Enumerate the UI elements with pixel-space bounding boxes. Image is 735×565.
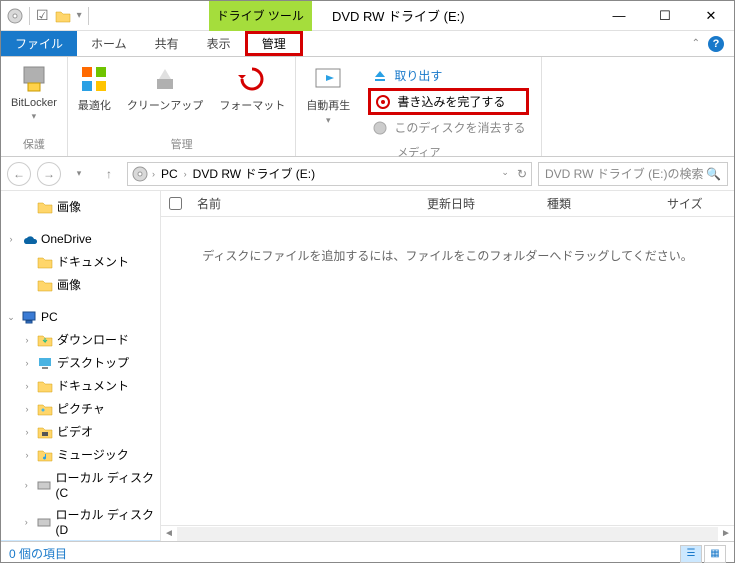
nav-back-button[interactable]: ← — [7, 162, 31, 186]
ribbon-tabs: ファイル ホーム 共有 表示 管理 ⌃ ? — [1, 31, 734, 57]
tree-documents2[interactable]: ›ドキュメント — [1, 374, 160, 397]
tree-desktop[interactable]: ›デスクトップ — [1, 351, 160, 374]
main-area: 画像 ›OneDrive ドキュメント 画像 ⌄PC ›ダウンロード ›デスクト… — [1, 191, 734, 541]
breadcrumb-drive[interactable]: DVD RW ドライブ (E:) — [191, 165, 317, 182]
tree-downloads[interactable]: ›ダウンロード — [1, 328, 160, 351]
collapse-ribbon-icon[interactable]: ⌃ — [692, 38, 700, 49]
maximize-button[interactable]: ☐ — [642, 1, 688, 31]
tree-localdisk-d[interactable]: ›ローカル ディスク (D — [1, 503, 160, 540]
ribbon: BitLocker ▾ 保護 最適化 クリーンアップ — [1, 57, 734, 157]
quickaccess-dropdown[interactable]: ▾ — [77, 10, 82, 21]
column-size[interactable]: サイズ — [659, 195, 734, 212]
address-bar: ← → ▾ ↑ › PC › DVD RW ドライブ (E:) ⌄ ↻ DVD … — [1, 157, 734, 191]
chevron-down-icon: ▾ — [32, 111, 37, 122]
tree-pictures[interactable]: 画像 — [1, 195, 160, 218]
item-count: 0 個の項目 — [9, 545, 67, 562]
address-box[interactable]: › PC › DVD RW ドライブ (E:) ⌄ ↻ — [127, 162, 532, 186]
tab-view[interactable]: 表示 — [193, 31, 245, 56]
chevron-right-icon[interactable]: › — [152, 169, 155, 179]
folder-icon[interactable] — [55, 8, 71, 24]
tab-file[interactable]: ファイル — [1, 31, 77, 56]
ribbon-group-manage: 管理 — [171, 134, 193, 152]
cleanup-button[interactable]: クリーンアップ — [123, 61, 207, 115]
tab-home[interactable]: ホーム — [77, 31, 141, 56]
nav-forward-button[interactable]: → — [37, 162, 61, 186]
refresh-icon[interactable]: ↻ — [517, 167, 527, 181]
drive-icon — [132, 166, 148, 182]
column-name[interactable]: 名前 — [189, 195, 419, 212]
separator — [88, 7, 89, 25]
empty-folder-message: ディスクにファイルを追加するには、ファイルをこのフォルダーへドラッグしてください… — [161, 217, 734, 525]
tree-pictures3[interactable]: ›ピクチャ — [1, 397, 160, 420]
horizontal-scrollbar[interactable]: ◄ ► — [161, 525, 734, 541]
navigation-tree[interactable]: 画像 ›OneDrive ドキュメント 画像 ⌄PC ›ダウンロード ›デスクト… — [1, 191, 161, 541]
ribbon-group-media: メディア — [397, 142, 440, 160]
close-button[interactable]: ✕ — [688, 1, 734, 31]
autoplay-button[interactable]: 自動再生 ▾ — [302, 61, 354, 128]
chevron-right-icon[interactable]: › — [184, 169, 187, 179]
contextual-tab-label: ドライブ ツール — [209, 1, 312, 31]
bitlocker-icon — [18, 63, 50, 95]
tree-onedrive[interactable]: ›OneDrive — [1, 228, 160, 250]
scroll-left-icon[interactable]: ◄ — [161, 528, 177, 539]
view-details-button[interactable]: ☰ — [680, 545, 702, 563]
optimize-button[interactable]: 最適化 — [74, 61, 115, 115]
status-bar: 0 個の項目 ☰ ▦ — [1, 541, 734, 565]
eject-button[interactable]: 取り出す — [368, 65, 529, 86]
dropdown-icon[interactable]: ⌄ — [501, 167, 509, 181]
optimize-icon — [78, 63, 110, 95]
bitlocker-button[interactable]: BitLocker ▾ — [7, 61, 61, 124]
search-icon[interactable]: 🔍 — [706, 167, 721, 181]
tree-localdisk-c[interactable]: ›ローカル ディスク (C — [1, 466, 160, 503]
eject-icon — [372, 68, 388, 84]
tree-pictures2[interactable]: 画像 — [1, 273, 160, 296]
scroll-right-icon[interactable]: ► — [718, 528, 734, 539]
help-icon[interactable]: ? — [708, 36, 724, 52]
separator — [29, 7, 30, 25]
finish-burn-button[interactable]: 書き込みを完了する — [368, 88, 529, 115]
titlebar: ☑ ▾ ドライブ ツール DVD RW ドライブ (E:) — ☐ ✕ — [1, 1, 734, 31]
tab-manage[interactable]: 管理 — [245, 31, 303, 56]
bitlocker-label: BitLocker — [11, 97, 57, 109]
format-button[interactable]: フォーマット — [215, 61, 289, 115]
view-icons-button[interactable]: ▦ — [704, 545, 726, 563]
erase-icon — [372, 120, 388, 136]
search-input[interactable]: DVD RW ドライブ (E:)の検索 🔍 — [538, 162, 728, 186]
column-date[interactable]: 更新日時 — [419, 195, 539, 212]
cleanup-icon — [149, 63, 181, 95]
column-headers: 名前 更新日時 種類 サイズ — [161, 191, 734, 217]
autoplay-icon — [312, 63, 344, 95]
tree-pc[interactable]: ⌄PC — [1, 306, 160, 328]
select-all-checkbox[interactable] — [169, 197, 182, 210]
checkmark-icon[interactable]: ☑ — [36, 7, 49, 24]
minimize-button[interactable]: — — [596, 1, 642, 31]
burn-icon — [375, 94, 391, 110]
tree-videos[interactable]: ›ビデオ — [1, 420, 160, 443]
format-icon — [236, 63, 268, 95]
window-title: DVD RW ドライブ (E:) — [332, 6, 465, 25]
chevron-down-icon: ▾ — [326, 115, 331, 126]
tab-share[interactable]: 共有 — [141, 31, 193, 56]
drive-icon — [7, 8, 23, 24]
nav-history-dropdown[interactable]: ▾ — [67, 162, 91, 186]
tree-documents[interactable]: ドキュメント — [1, 250, 160, 273]
tree-dvd[interactable]: DVD RW ドライブ (⌄ — [1, 540, 160, 541]
erase-disc-button: このディスクを消去する — [368, 117, 529, 138]
search-placeholder: DVD RW ドライブ (E:)の検索 — [545, 165, 703, 182]
breadcrumb-pc[interactable]: PC — [159, 167, 180, 181]
tree-music[interactable]: ›ミュージック — [1, 443, 160, 466]
column-type[interactable]: 種類 — [539, 195, 659, 212]
nav-up-button[interactable]: ↑ — [97, 162, 121, 186]
file-list: 名前 更新日時 種類 サイズ ディスクにファイルを追加するには、ファイルをこのフ… — [161, 191, 734, 541]
ribbon-group-protect: 保護 — [23, 134, 45, 152]
